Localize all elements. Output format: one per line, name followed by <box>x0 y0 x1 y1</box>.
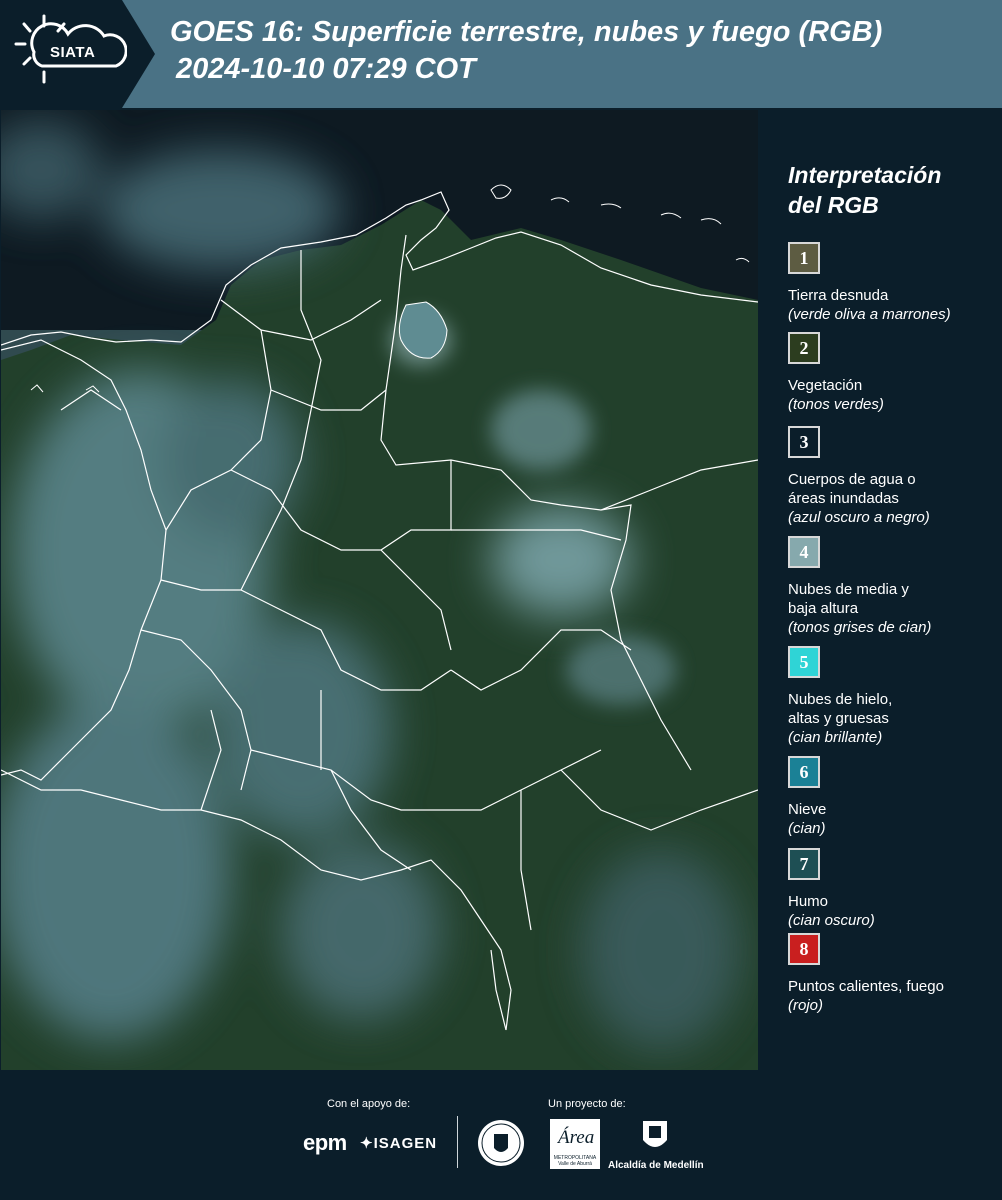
legend-swatch-2: 2 <box>788 332 820 364</box>
footer: Con el apoyo de: Un proyecto de: epm ✦IS… <box>0 1072 1002 1200</box>
legend-sublabel: (tonos grises de cian) <box>788 619 932 636</box>
legend-label: Cuerpos de agua o áreas inundadas <box>788 471 916 507</box>
legend-swatch-5: 5 <box>788 646 820 678</box>
legend-label: Humo <box>788 893 829 910</box>
legend-sublabel: (verde oliva a marrones) <box>788 306 951 323</box>
legend-sublabel: (rojo) <box>788 997 824 1014</box>
legend-swatch-6: 6 <box>788 756 820 788</box>
epm-logo: epm <box>303 1130 347 1155</box>
support-label: Con el apoyo de: <box>327 1098 411 1110</box>
project-label: Un proyecto de: <box>548 1098 626 1110</box>
legend-item-5: 5 Nubes de hielo, altas y gruesas (cian br… <box>788 646 993 747</box>
legend-label: Nubes de media y baja altura <box>788 581 909 617</box>
legend-item-1: 1 Tierra desnuda (verde oliva a marrones) <box>788 242 993 324</box>
legend-title: Interpretación del RGB <box>788 160 993 220</box>
legend-item-3: 3 Cuerpos de agua o áreas inundadas (azul … <box>788 426 993 527</box>
legend-label: Tierra desnuda <box>788 287 889 304</box>
title-line1: GOES 16: Superficie terrestre, nubes y f… <box>170 16 883 48</box>
legend-label: Nieve <box>788 801 827 818</box>
alcaldia-medellin-logo: Alcaldía de Medellín <box>608 1160 704 1171</box>
satellite-map[interactable] <box>1 110 758 1070</box>
title-timestamp: 2024-10-10 07:29 COT <box>176 53 476 85</box>
footer-divider <box>457 1116 458 1168</box>
rgb-legend: Interpretación del RGB 1 Tierra desnuda (v… <box>788 160 993 1014</box>
isagen-star-icon: ✦ <box>360 1135 374 1152</box>
legend-item-8: 8 Puntos calientes, fuego (rojo) <box>788 933 993 1015</box>
legend-swatch-3: 3 <box>788 426 820 458</box>
legend-label: Nubes de hielo, altas y gruesas <box>788 691 893 727</box>
siata-logo-text: SIATA <box>50 44 96 61</box>
legend-title-line2: del RGB <box>788 192 879 218</box>
legend-item-2: 2 Vegetación (tonos verdes) <box>788 332 993 414</box>
legend-label: Puntos calientes, fuego <box>788 978 944 995</box>
legend-sublabel: (cian oscuro) <box>788 912 875 929</box>
legend-title-line1: Interpretación <box>788 162 942 188</box>
legend-swatch-4: 4 <box>788 536 820 568</box>
legend-label: Vegetación <box>788 377 863 394</box>
satellite-image <box>1 110 758 1070</box>
header-bar: SIATA GOES 16: Superficie terrestre, nub… <box>0 0 1002 108</box>
siata-logo: SIATA <box>0 0 155 108</box>
legend-item-6: 6 Nieve (cian) <box>788 756 993 838</box>
legend-sublabel: (tonos verdes) <box>788 396 884 413</box>
medellin-shield-icon <box>643 1121 667 1147</box>
legend-sublabel: (cian brillante) <box>788 729 883 746</box>
area-metropolitana-logo: Área METROPOLITANA Valle de Aburrá <box>550 1119 600 1169</box>
legend-swatch-1: 1 <box>788 242 820 274</box>
legend-swatch-7: 7 <box>788 848 820 880</box>
legend-swatch-8: 8 <box>788 933 820 965</box>
page-title: GOES 16: Superficie terrestre, nubes y f… <box>170 14 882 88</box>
antioquia-seal-icon <box>478 1120 524 1166</box>
legend-item-4: 4 Nubes de media y baja altura (tonos gris… <box>788 536 993 637</box>
isagen-logo: ✦ISAGEN <box>360 1135 438 1152</box>
legend-sublabel: (azul oscuro a negro) <box>788 509 930 526</box>
legend-item-7: 7 Humo (cian oscuro) <box>788 848 993 930</box>
legend-sublabel: (cian) <box>788 820 826 837</box>
